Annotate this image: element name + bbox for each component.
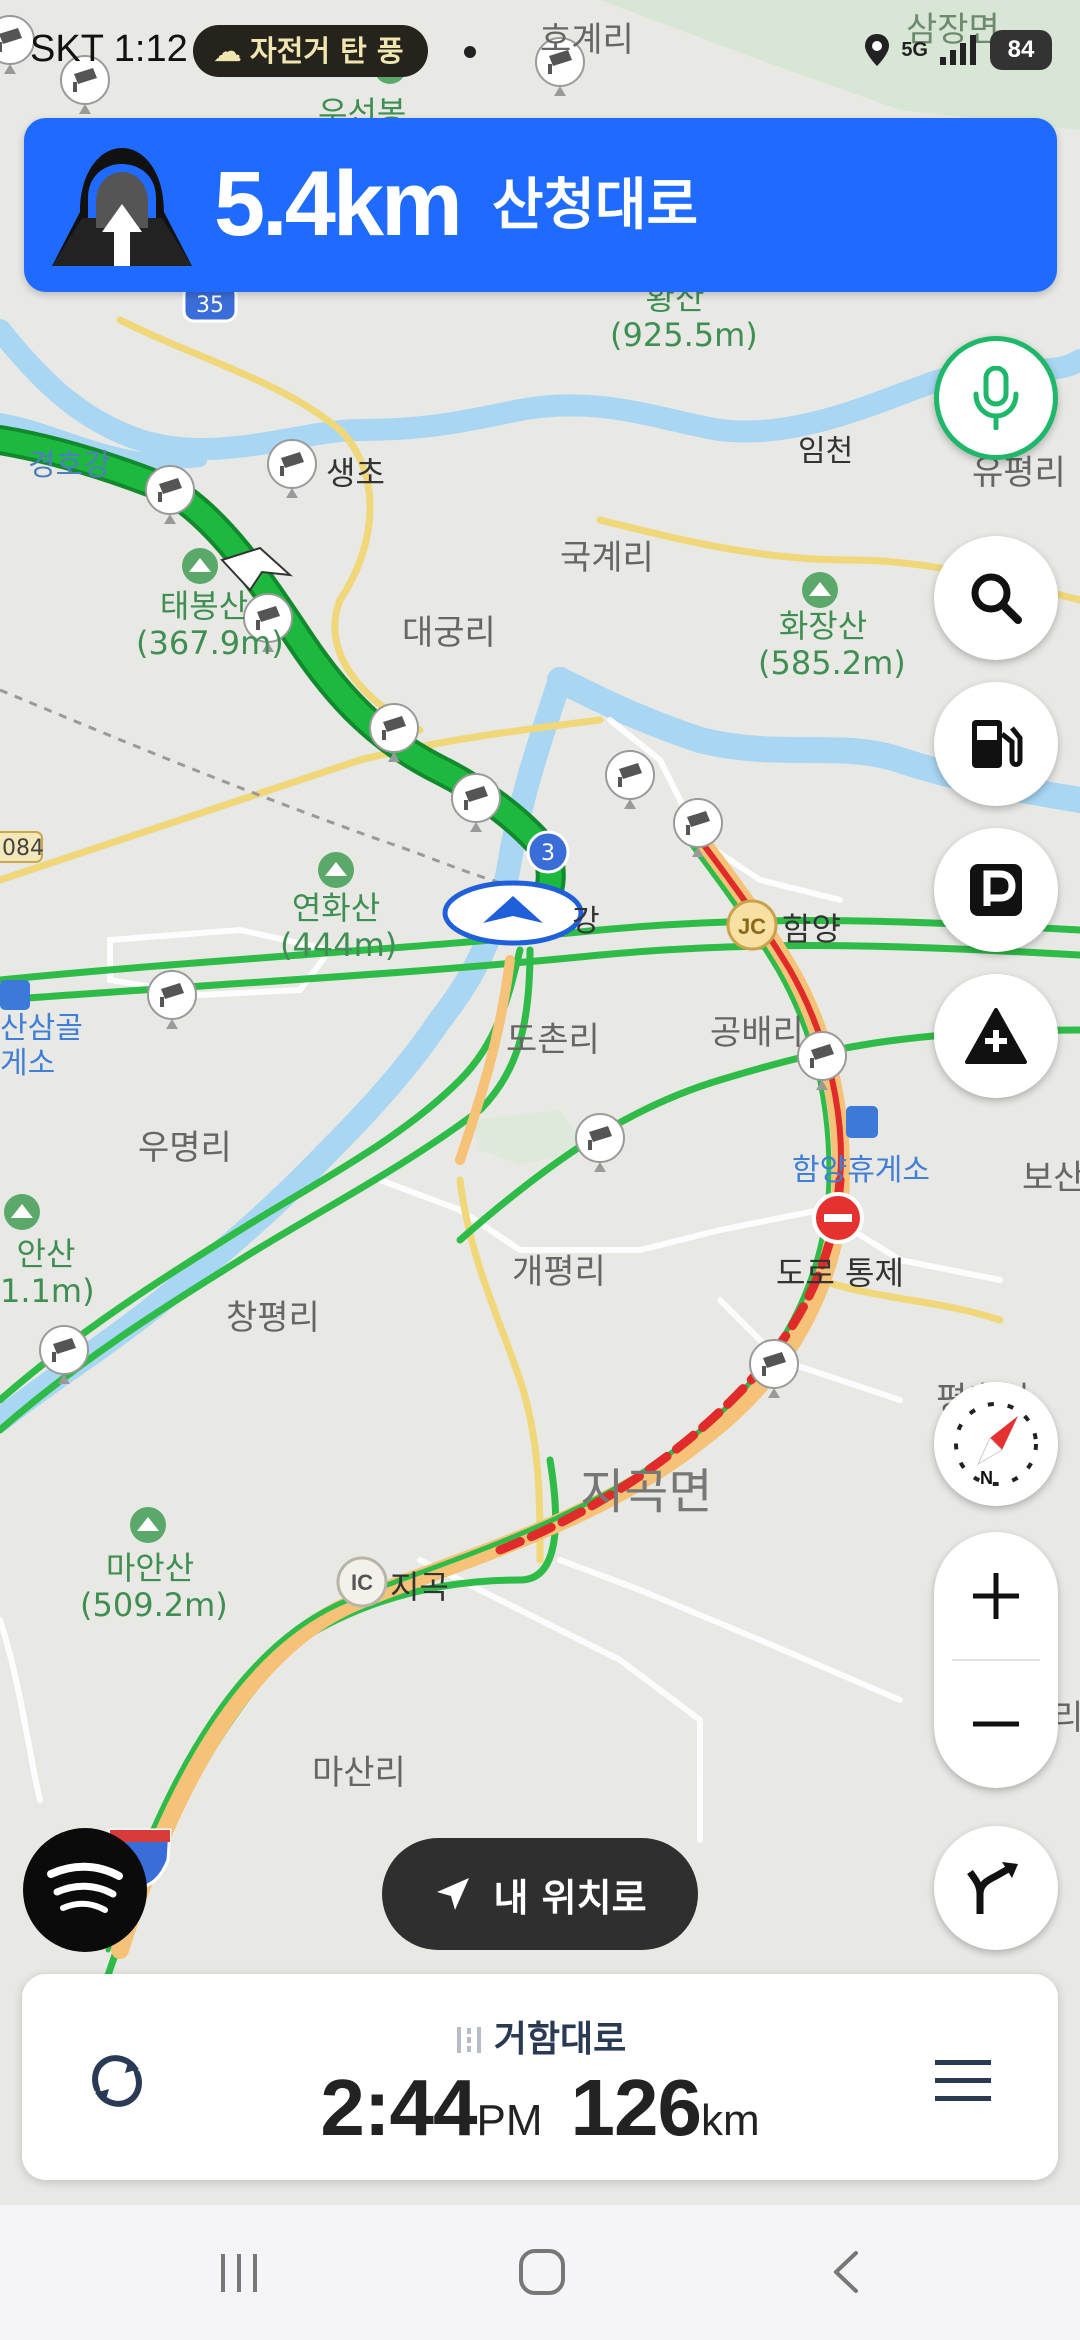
map-label-peak: 마안산 (509.2m) (80, 1549, 228, 1624)
arrival-time: 2:44 (320, 2063, 477, 2152)
map-label-river: 강 (572, 904, 600, 939)
map-label-district: 지곡면 (580, 1464, 713, 1520)
parking-icon (970, 864, 1022, 916)
map-label-place: 생초 (326, 454, 385, 492)
map-label-rest-area: 함양휴게소 (792, 1153, 930, 1188)
map-label-rest-area: 산삼골 게소 (0, 1011, 83, 1081)
zoom-in-button[interactable] (934, 1532, 1058, 1660)
back-icon (834, 2251, 858, 2293)
road-icon (456, 2027, 481, 2053)
map-label-place: 도촌리 (506, 1020, 600, 1060)
spotify-icon (47, 1862, 123, 1913)
route-shield-35: 35 (196, 293, 224, 318)
minus-icon (973, 1721, 1019, 1727)
home-button[interactable] (502, 2237, 582, 2307)
menu-button[interactable] (908, 2026, 1018, 2136)
report-hazard-icon (965, 1008, 1027, 1064)
map-label-place: 우명리 (138, 1128, 232, 1168)
turn-instruction-banner[interactable]: 5.4km 산청대로 (24, 118, 1057, 292)
my-location-button[interactable]: 내 위치로 (382, 1838, 698, 1950)
route-fork-icon (967, 1862, 1018, 1914)
jc-badge: JC (738, 914, 766, 939)
compass-button[interactable]: N (934, 1382, 1058, 1506)
map-label-place: 임천 (798, 434, 854, 469)
road-closed-label: 도로 통제 (776, 1254, 904, 1292)
map-label-peak: 태봉산 (367.9m) (136, 587, 284, 662)
route-shield-3: 3 (541, 841, 555, 866)
status-icons: 5G 84 (863, 28, 1052, 72)
network-type: 5G (901, 38, 928, 61)
map-label-place: 보산 (1022, 1158, 1080, 1198)
distance-unit: km (700, 2096, 760, 2145)
parking-button[interactable] (934, 828, 1058, 952)
search-icon (971, 573, 1022, 624)
map-label-place: 공배리 (710, 1013, 804, 1053)
battery-indicator: 84 (990, 30, 1052, 70)
remaining-distance: 126 (570, 2063, 701, 2152)
map-label-place: 대궁리 (402, 613, 496, 653)
map-label-peak: 화장산 (585.2m) (758, 607, 906, 682)
status-bar: SKT 1:12 ☁ 자전거 탄 풍 5G 84 (0, 0, 1080, 100)
cloud-icon: ☁ (213, 34, 242, 68)
spotify-button[interactable] (23, 1828, 147, 1952)
signal-icon (940, 35, 976, 65)
distance-to-turn: 5.4km (214, 153, 463, 255)
fuel-station-icon (972, 720, 1023, 768)
media-notification-pill[interactable]: ☁ 자전거 탄 풍 (193, 25, 428, 77)
map-label-peak: 안산 1.1m) (0, 1235, 95, 1310)
back-button[interactable] (806, 2237, 886, 2307)
system-navigation-bar (0, 2205, 1080, 2340)
tunnel-straight-icon (52, 148, 192, 266)
microphone-icon (973, 366, 1019, 430)
navigation-arrow-icon (437, 1878, 470, 1910)
map-label-place: 개평리 (512, 1252, 606, 1292)
map-label-place: 마산리 (312, 1753, 406, 1793)
plus-icon (973, 1573, 1019, 1619)
voice-command-button[interactable] (934, 336, 1058, 460)
notification-dot (464, 46, 476, 58)
map-label-place: 국계리 (560, 538, 654, 578)
map-label-place: 함양 (782, 910, 841, 948)
location-icon (865, 34, 890, 66)
route-options-button[interactable] (934, 1826, 1058, 1950)
map-label-peak: 연화산 (444m) (280, 889, 398, 964)
ic-badge: IC (351, 1570, 373, 1595)
home-icon (519, 2249, 565, 2295)
status-time: SKT 1:12 (30, 28, 188, 70)
zoom-out-button[interactable] (934, 1660, 1058, 1788)
upcoming-road: 거함대로 (22, 2010, 1058, 2062)
menu-icon (935, 2060, 991, 2101)
road-number-1084: 1084 (0, 836, 44, 861)
map-label-place: 지곡 (390, 1568, 449, 1606)
svg-text:N: N (980, 1468, 993, 1488)
trip-summary-card[interactable]: 거함대로 2:44PM 126km (22, 1974, 1058, 2180)
search-button[interactable] (934, 536, 1058, 660)
zoom-control (934, 1532, 1058, 1788)
recent-apps-icon (221, 2254, 257, 2292)
eta-row: 2:44PM 126km (22, 2062, 1058, 2154)
map-label-place: 창평리 (226, 1298, 320, 1338)
current-position-marker (442, 880, 584, 946)
arrival-ampm: PM (476, 2096, 543, 2145)
compass-icon: N (954, 1402, 1038, 1488)
report-button[interactable] (934, 974, 1058, 1098)
gas-station-button[interactable] (934, 682, 1058, 806)
next-road-name: 산청대로 (492, 173, 699, 238)
recent-apps-button[interactable] (200, 2237, 280, 2307)
map-label-river: 경호강 (28, 448, 111, 483)
my-location-label: 내 위치로 (493, 1875, 647, 1920)
